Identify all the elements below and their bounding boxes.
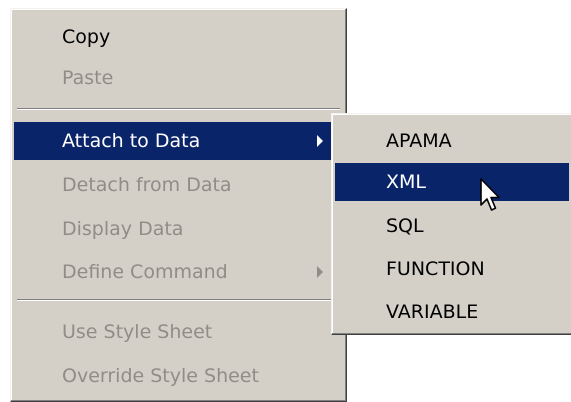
menu-item-detach-from-data-label: Detach from Data (62, 174, 232, 196)
menu-item-paste: Paste (14, 59, 343, 97)
menu-item-attach-to-data-label: Attach to Data (62, 130, 201, 152)
menu-item-override-style-sheet: Override Style Sheet (14, 357, 343, 395)
submenu-attach-to-data: APAMA XML SQL FUNCTION VARIABLE (331, 113, 571, 335)
submenu-item-sql[interactable]: SQL (335, 207, 569, 245)
submenu-item-variable-label: VARIABLE (386, 301, 479, 323)
menu-separator (17, 108, 340, 110)
submenu-item-xml-label: XML (386, 171, 426, 193)
submenu-item-xml[interactable]: XML (335, 163, 569, 201)
menu-item-use-style-sheet: Use Style Sheet (14, 313, 343, 351)
menu-item-define-command-label: Define Command (62, 261, 228, 283)
submenu-item-apama-label: APAMA (386, 130, 452, 152)
menu-item-attach-to-data[interactable]: Attach to Data (14, 122, 343, 160)
submenu-item-sql-label: SQL (386, 215, 424, 237)
menu-item-paste-label: Paste (62, 67, 114, 89)
menu-item-define-command: Define Command (14, 253, 343, 291)
mouse-pointer-icon (480, 178, 500, 211)
menu-item-display-data-label: Display Data (62, 218, 184, 240)
menu-item-override-style-sheet-label: Override Style Sheet (62, 365, 259, 387)
menu-separator (17, 299, 340, 301)
menu-item-display-data: Display Data (14, 210, 343, 248)
menu-item-copy[interactable]: Copy (14, 18, 343, 56)
submenu-item-apama[interactable]: APAMA (335, 122, 569, 160)
menu-item-copy-label: Copy (62, 26, 111, 48)
submenu-arrow-icon (317, 266, 323, 278)
context-menu: Copy Paste Attach to Data Detach from Da… (10, 8, 347, 402)
submenu-item-function-label: FUNCTION (386, 258, 485, 280)
submenu-arrow-icon (317, 135, 323, 147)
menu-item-detach-from-data: Detach from Data (14, 166, 343, 204)
menu-item-use-style-sheet-label: Use Style Sheet (62, 321, 213, 343)
submenu-item-function[interactable]: FUNCTION (335, 250, 569, 288)
submenu-item-variable[interactable]: VARIABLE (335, 293, 569, 331)
